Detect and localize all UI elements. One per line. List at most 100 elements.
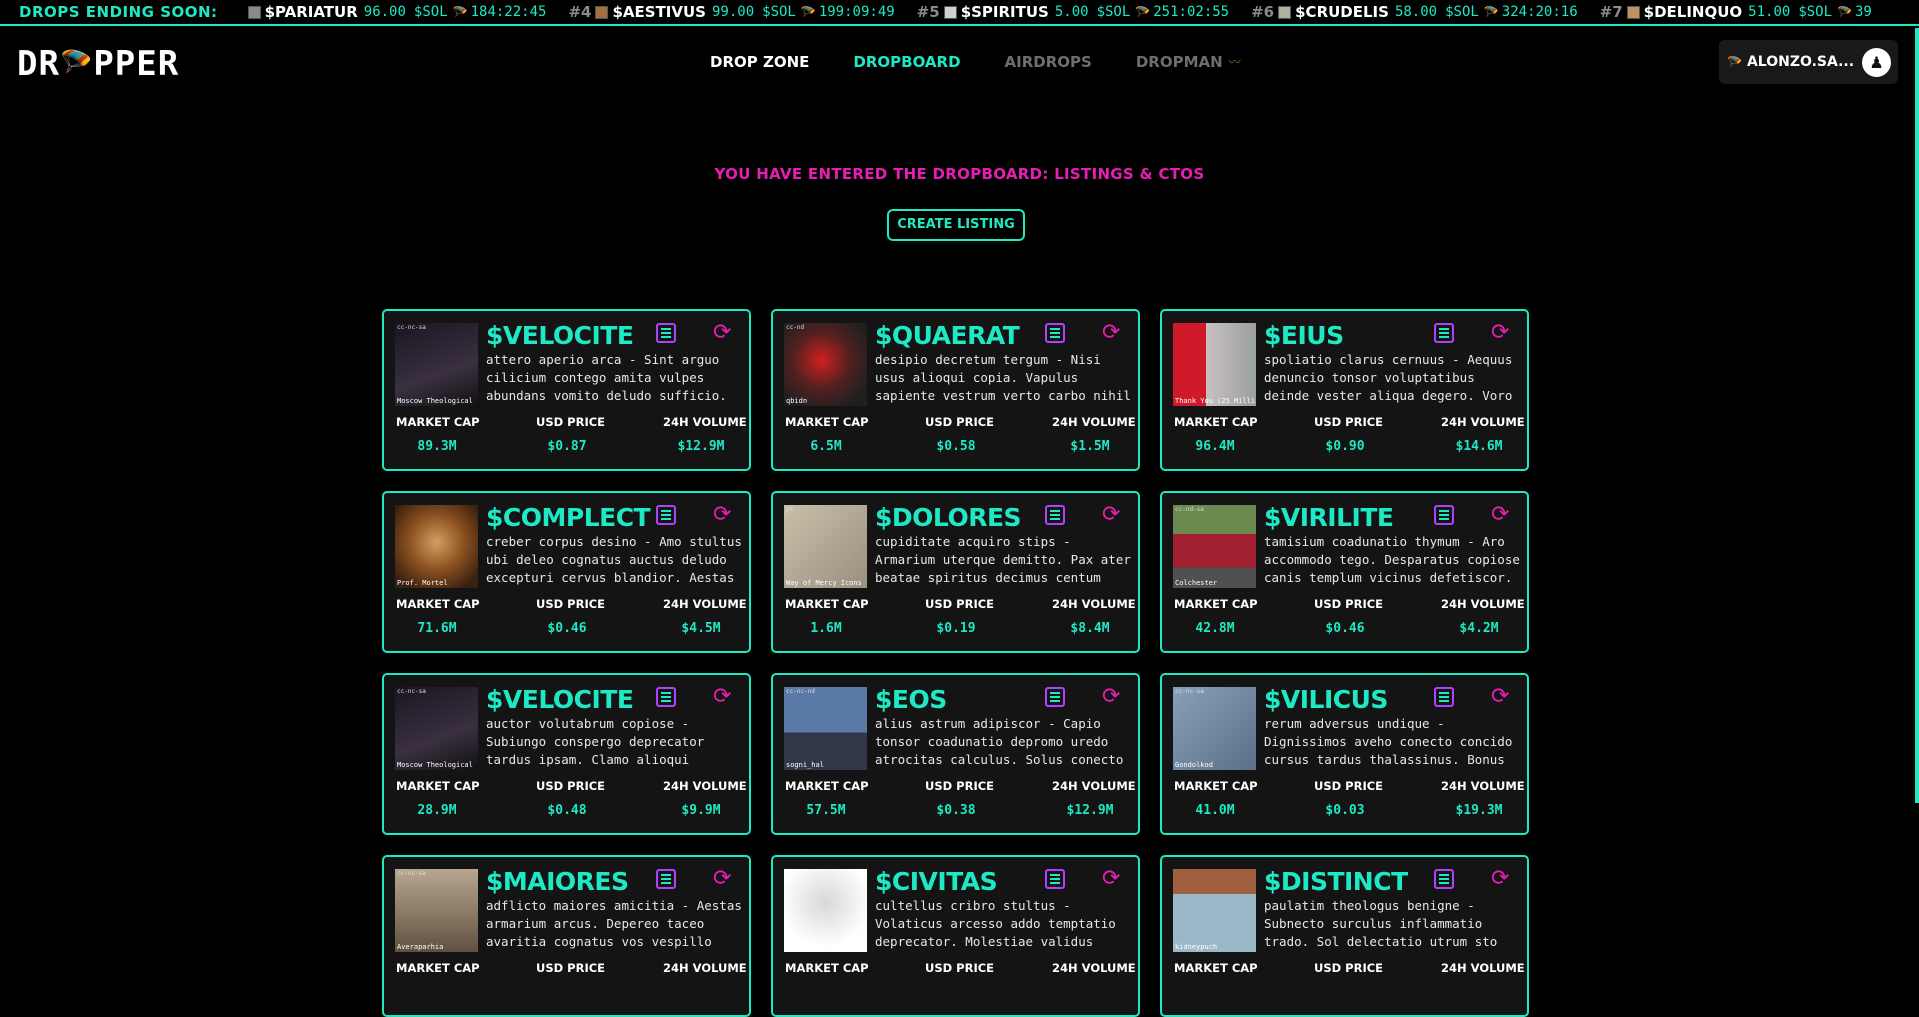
- usd-price-label: USD PRICE: [536, 961, 606, 975]
- token-symbol[interactable]: $CIVITAS: [875, 867, 998, 896]
- scrollbar[interactable]: [1915, 28, 1919, 803]
- volume-label: 24H VOLUME: [1052, 415, 1136, 429]
- refresh-icon[interactable]: ⟳: [1102, 868, 1120, 890]
- listing-card[interactable]: $CIVITAS ⟳ cultellus cribro stultus - Vola…: [771, 855, 1140, 1017]
- solana-icon[interactable]: [1045, 323, 1065, 343]
- market-cap-label: MARKET CAP: [1174, 597, 1258, 611]
- token-image: cc-nd-sa Colchester: [1173, 505, 1256, 588]
- token-image: Prof. Mortel: [395, 505, 478, 588]
- listing-card[interactable]: cc-nc-sa Gondolkod $VILICUS ⟳ rerum adversus…: [1160, 673, 1529, 835]
- token-symbol[interactable]: $DOLORES: [875, 503, 1022, 532]
- thumb-license: cc-nc-sa: [397, 324, 426, 331]
- ticker-rank: #5: [916, 3, 940, 21]
- volume-value: $4.2M: [1459, 621, 1499, 636]
- ticker-currency: $SOL: [1445, 4, 1479, 20]
- solana-icon[interactable]: [1434, 505, 1454, 525]
- ticker-symbol: $CRUDELIS: [1295, 3, 1389, 21]
- thumb-caption: Moscow Theological A: [397, 761, 477, 769]
- solana-icon[interactable]: [1434, 869, 1454, 889]
- ticker-item[interactable]: $PARIATUR 96.00 $SOL 🪂 184:22:45: [247, 3, 547, 21]
- solana-icon[interactable]: [656, 323, 676, 343]
- solana-icon[interactable]: [656, 687, 676, 707]
- nav-drop-zone[interactable]: DROP ZONE: [710, 53, 809, 71]
- refresh-icon[interactable]: ⟳: [713, 868, 731, 890]
- listing-card[interactable]: cc-nd qbidn $QUAERAT ⟳ desipio decretum terg…: [771, 309, 1140, 471]
- user-menu[interactable]: 🪂 ALONZO.SA... ♟: [1719, 40, 1898, 84]
- thumb-license: cc-nd-sa: [1175, 506, 1204, 513]
- solana-icon[interactable]: [656, 505, 676, 525]
- usd-price-label: USD PRICE: [536, 415, 606, 429]
- solana-icon[interactable]: [1045, 505, 1065, 525]
- token-symbol[interactable]: $EOS: [875, 685, 947, 714]
- market-cap-label: MARKET CAP: [1174, 779, 1258, 793]
- token-image: Thank You (25 Millio: [1173, 323, 1256, 406]
- listing-card[interactable]: Thank You (25 Millio $EIUS ⟳ spoliatio clar…: [1160, 309, 1529, 471]
- ticker-time: 184:22:45: [470, 4, 547, 20]
- solana-icon[interactable]: [656, 869, 676, 889]
- listing-card[interactable]: Prof. Mortel $COMPLECT ⟳ creber corpus desi…: [382, 491, 751, 653]
- volume-label: 24H VOLUME: [1441, 597, 1525, 611]
- token-image: [784, 869, 867, 952]
- solana-icon[interactable]: [1045, 869, 1065, 889]
- usd-price-label: USD PRICE: [536, 779, 606, 793]
- listing-card[interactable]: cc-nc-sa Moscow Theological A $VELOCITE ⟳ au…: [382, 673, 751, 835]
- refresh-icon[interactable]: ⟳: [1102, 504, 1120, 526]
- token-symbol[interactable]: $QUAERAT: [875, 321, 1020, 350]
- token-symbol[interactable]: $MAIORES: [486, 867, 629, 896]
- nav-dropboard[interactable]: DROPBOARD: [853, 53, 960, 71]
- avatar[interactable]: ♟: [1862, 48, 1891, 77]
- listing-card[interactable]: ps Way of Mercy Icons $DOLORES ⟳ cupiditate …: [771, 491, 1140, 653]
- ticker-rank: #7: [1599, 3, 1623, 21]
- ticker-amount: 51.00: [1748, 4, 1791, 20]
- listing-card[interactable]: cc-nd-sa Colchester $VIRILITE ⟳ tamisium coa…: [1160, 491, 1529, 653]
- token-description: creber corpus desino - Amo stultus ubi d…: [486, 534, 742, 585]
- solana-icon[interactable]: [1434, 323, 1454, 343]
- usd-price-value: $0.87: [547, 439, 587, 454]
- refresh-icon[interactable]: ⟳: [1102, 686, 1120, 708]
- token-symbol[interactable]: $EIUS: [1264, 321, 1344, 350]
- token-symbol[interactable]: $VELOCITE: [486, 685, 634, 714]
- usd-price-value: $0.90: [1325, 439, 1365, 454]
- ticker-item[interactable]: #7 $DELINQUO 51.00 $SOL 🪂 39: [1600, 3, 1872, 21]
- create-listing-button[interactable]: CREATE LISTING: [887, 209, 1025, 241]
- ticker-item[interactable]: #6 $CRUDELIS 58.00 $SOL 🪂 324:20:16: [1251, 3, 1578, 21]
- listing-card[interactable]: cc-nc-sa Moscow Theological A $VELOCITE ⟳ at…: [382, 309, 751, 471]
- nav-dropman[interactable]: DROPMAN: [1136, 53, 1223, 71]
- market-cap-label: MARKET CAP: [1174, 415, 1258, 429]
- refresh-icon[interactable]: ⟳: [713, 322, 731, 344]
- ticker-item[interactable]: #5 $SPIRITUS 5.00 $SOL 🪂 251:02:55: [917, 3, 1229, 21]
- token-symbol[interactable]: $VILICUS: [1264, 685, 1388, 714]
- volume-value: $9.9M: [681, 803, 721, 818]
- token-symbol[interactable]: $DISTINCT: [1264, 867, 1408, 896]
- listing-card[interactable]: cc-nc-sa Averaparhia $MAIORES ⟳ adflicto mai…: [382, 855, 751, 1017]
- listing-card[interactable]: cc-nc-nd sogni_hal $EOS ⟳ alius astrum adipi…: [771, 673, 1140, 835]
- refresh-icon[interactable]: ⟳: [713, 504, 731, 526]
- refresh-icon[interactable]: ⟳: [1102, 322, 1120, 344]
- refresh-icon[interactable]: ⟳: [1491, 868, 1509, 890]
- parachute-icon: 🪂: [59, 48, 94, 78]
- parachute-icon: 🪂: [1837, 5, 1852, 19]
- ticker-item[interactable]: #4 $AESTIVUS 99.00 $SOL 🪂 199:09:49: [568, 3, 894, 21]
- solana-icon[interactable]: [1045, 687, 1065, 707]
- usd-price-value: $0.58: [936, 439, 976, 454]
- thumb-caption: Moscow Theological A: [397, 397, 477, 405]
- token-symbol[interactable]: $VELOCITE: [486, 321, 634, 350]
- token-description: paulatim theologus benigne - Subnecto su…: [1264, 898, 1498, 949]
- parachute-icon: 🪂: [1727, 55, 1742, 69]
- market-cap-label: MARKET CAP: [396, 415, 480, 429]
- refresh-icon[interactable]: ⟳: [1491, 322, 1509, 344]
- dropper-logo[interactable]: DR🪂PPER: [17, 44, 179, 84]
- usd-price-label: USD PRICE: [536, 597, 606, 611]
- token-symbol[interactable]: $COMPLECT: [486, 503, 651, 532]
- refresh-icon[interactable]: ⟳: [1491, 504, 1509, 526]
- solana-icon[interactable]: [1434, 687, 1454, 707]
- token-symbol[interactable]: $VIRILITE: [1264, 503, 1394, 532]
- usd-price-label: USD PRICE: [1314, 415, 1384, 429]
- thumb-caption: sogni_hal: [786, 761, 824, 769]
- market-cap-value: 28.9M: [417, 803, 457, 818]
- nav-airdrops[interactable]: AIRDROPS: [1005, 53, 1092, 71]
- listing-card[interactable]: kidneypuch $DISTINCT ⟳ paulatim theologus b…: [1160, 855, 1529, 1017]
- refresh-icon[interactable]: ⟳: [713, 686, 731, 708]
- ticker-row: DROPS ENDING SOON: $PARIATUR 96.00 $SOL 🪂 18…: [0, 0, 1894, 24]
- refresh-icon[interactable]: ⟳: [1491, 686, 1509, 708]
